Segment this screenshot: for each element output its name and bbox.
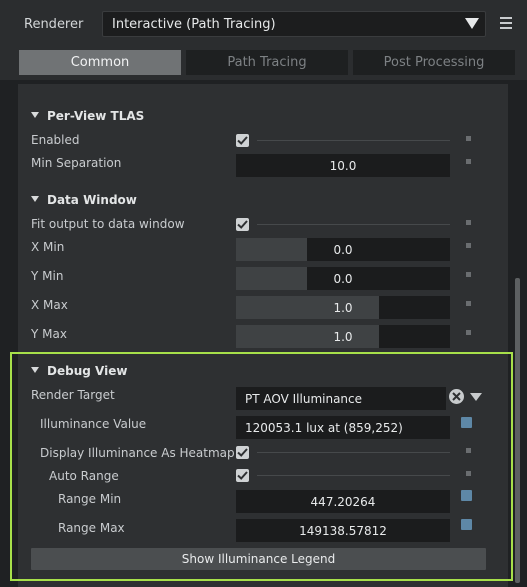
reset-dot-icon[interactable]	[466, 243, 471, 248]
checkmark-icon	[237, 471, 248, 480]
divider	[257, 452, 450, 453]
collapse-triangle-icon	[31, 112, 39, 118]
x-max-label: X Max	[31, 298, 68, 312]
renderer-dropdown-value: Interactive (Path Tracing)	[112, 17, 276, 32]
scrollbar-thumb[interactable]	[515, 278, 520, 583]
x-max-slider[interactable]: 1.0	[236, 296, 450, 319]
illuminance-value-label: Illuminance Value	[40, 417, 147, 431]
reset-dot-icon[interactable]	[466, 136, 471, 141]
section-title: Debug View	[47, 364, 128, 378]
min-separation-label: Min Separation	[31, 156, 122, 170]
renderer-label: Renderer	[24, 17, 84, 32]
renderer-dropdown[interactable]: Interactive (Path Tracing)	[102, 11, 486, 37]
settings-tabs: Common Path Tracing Post Processing	[0, 48, 527, 80]
show-illuminance-legend-button[interactable]: Show Illuminance Legend	[31, 548, 486, 570]
reset-dot-icon[interactable]	[466, 471, 471, 476]
min-separation-field[interactable]: 10.0	[236, 154, 450, 177]
fit-output-label: Fit output to data window	[31, 217, 185, 231]
auto-range-label: Auto Range	[49, 469, 119, 483]
reset-dot-icon[interactable]	[466, 330, 471, 335]
collapse-triangle-icon	[31, 367, 39, 373]
enabled-label: Enabled	[31, 133, 80, 147]
range-max-field[interactable]: 149138.57812	[236, 519, 450, 542]
range-max-label: Range Max	[58, 521, 125, 535]
checkmark-icon	[237, 220, 248, 229]
reset-dot-icon[interactable]	[466, 301, 471, 306]
tab-post-processing[interactable]: Post Processing	[353, 50, 515, 75]
section-per-view-tlas[interactable]: Per-View TLAS	[31, 109, 144, 123]
field-value: 1.0	[333, 330, 353, 344]
x-icon	[452, 392, 461, 401]
color-swatch-icon[interactable]	[461, 519, 472, 530]
fit-output-checkbox[interactable]	[236, 218, 249, 231]
field-value: 0.0	[333, 272, 353, 286]
section-data-window[interactable]: Data Window	[31, 193, 137, 207]
render-target-value: PT AOV Illuminance	[245, 392, 363, 406]
y-max-label: Y Max	[31, 327, 67, 341]
x-min-slider[interactable]: 0.0	[236, 238, 450, 261]
field-value: 447.20264	[310, 495, 376, 509]
section-debug-view[interactable]: Debug View	[31, 364, 127, 378]
reset-dot-icon[interactable]	[466, 159, 471, 164]
enabled-checkbox[interactable]	[236, 134, 249, 147]
y-min-slider[interactable]: 0.0	[236, 267, 450, 290]
hamburger-menu-icon[interactable]	[500, 17, 512, 29]
chevron-down-icon	[465, 18, 479, 29]
auto-range-checkbox[interactable]	[236, 469, 249, 482]
field-value: 1.0	[333, 301, 353, 315]
color-swatch-icon[interactable]	[461, 490, 472, 501]
display-heatmap-checkbox[interactable]	[236, 446, 249, 459]
y-min-label: Y Min	[31, 269, 64, 283]
range-min-label: Range Min	[58, 492, 122, 506]
illuminance-value-field[interactable]: 120053.1 lux at (859,252)	[236, 416, 450, 439]
field-value: 0.0	[333, 243, 353, 257]
checkmark-icon	[237, 136, 248, 145]
reset-dot-icon[interactable]	[466, 272, 471, 277]
illuminance-value-text: 120053.1 lux at (859,252)	[245, 421, 403, 435]
renderer-bar: Renderer Interactive (Path Tracing)	[0, 0, 527, 48]
render-target-label: Render Target	[31, 388, 115, 402]
render-target-dropdown[interactable]: PT AOV Illuminance	[236, 387, 446, 410]
chevron-down-icon[interactable]	[470, 393, 482, 401]
tab-common[interactable]: Common	[19, 50, 181, 75]
range-min-field[interactable]: 447.20264	[236, 490, 450, 513]
field-value: 149138.57812	[299, 524, 387, 538]
section-title: Data Window	[47, 193, 137, 207]
reset-dot-icon[interactable]	[466, 448, 471, 453]
x-min-label: X Min	[31, 240, 65, 254]
color-swatch-icon[interactable]	[461, 417, 472, 428]
clear-icon[interactable]	[449, 389, 464, 404]
y-max-slider[interactable]: 1.0	[236, 325, 450, 348]
checkmark-icon	[237, 448, 248, 457]
divider	[257, 224, 450, 225]
section-title: Per-View TLAS	[47, 109, 145, 123]
divider	[257, 140, 450, 141]
divider	[257, 475, 450, 476]
field-value: 10.0	[329, 159, 357, 173]
tab-path-tracing[interactable]: Path Tracing	[186, 50, 348, 75]
reset-dot-icon[interactable]	[466, 220, 471, 225]
display-heatmap-label: Display Illuminance As Heatmap	[40, 446, 235, 460]
collapse-triangle-icon	[31, 196, 39, 202]
